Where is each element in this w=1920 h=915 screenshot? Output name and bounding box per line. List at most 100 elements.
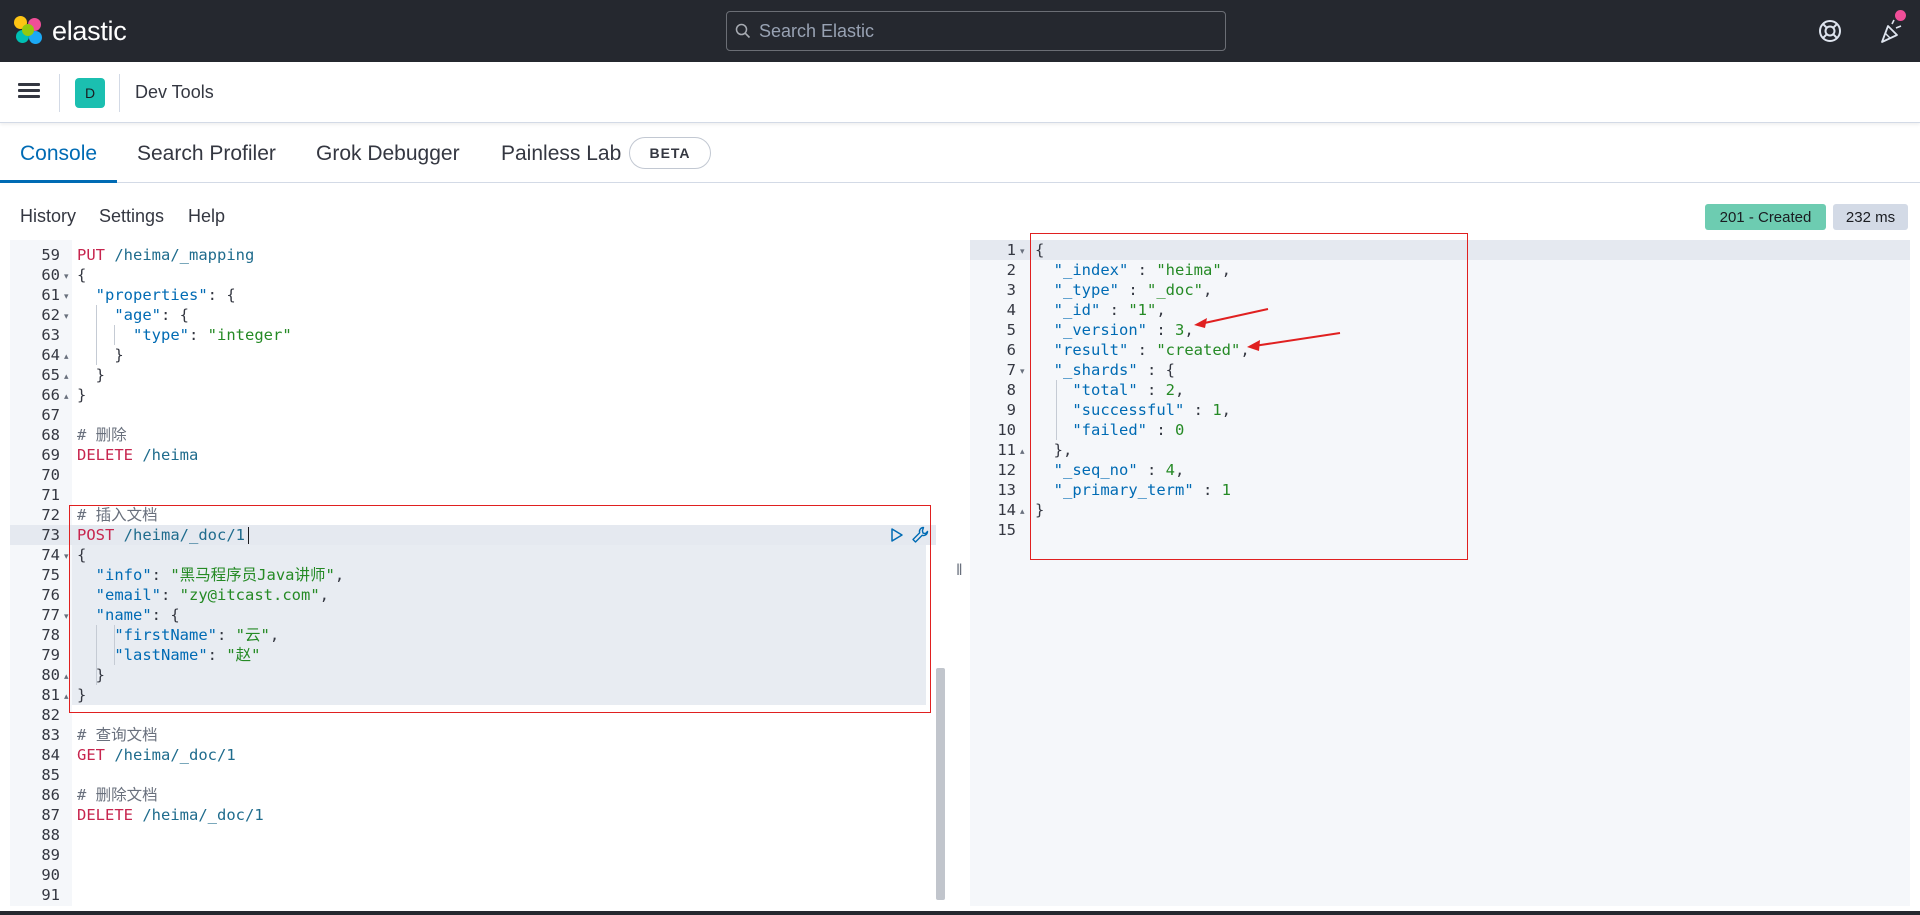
line-number: 70 — [41, 466, 60, 484]
tab-grok-debugger[interactable]: Grok Debugger — [316, 142, 460, 166]
code-token: DELETE — [77, 446, 133, 464]
line-number: 66 — [41, 386, 60, 404]
code-line[interactable]: DELETE /heima/_doc/1 — [77, 805, 264, 825]
fold-expand-icon[interactable]: ▴ — [64, 686, 69, 706]
tab-painless-lab[interactable]: Painless Lab — [501, 142, 621, 166]
code-line[interactable]: DELETE /heima — [77, 445, 198, 465]
tab-search-profiler[interactable]: Search Profiler — [137, 142, 276, 166]
code-token: /heima — [142, 446, 199, 464]
fold-expand-icon[interactable]: ▴ — [64, 346, 69, 366]
line-number: 4 — [1006, 301, 1016, 319]
line-number: 15 — [997, 521, 1016, 539]
code-token: # 查询文档 — [77, 726, 158, 744]
breadcrumb-bar: D Dev Tools — [0, 62, 1920, 123]
code-line[interactable]: "age": { — [77, 305, 189, 325]
fold-collapse-icon[interactable]: ▾ — [64, 546, 69, 566]
brand-name: elastic — [52, 15, 127, 46]
fold-collapse-icon[interactable]: ▾ — [64, 606, 69, 626]
line-number: 68 — [41, 426, 60, 444]
settings-link[interactable]: Settings — [99, 206, 164, 227]
code-line[interactable]: PUT /heima/_mapping — [77, 245, 254, 265]
code-line[interactable]: } — [77, 345, 123, 365]
code-line[interactable]: # 删除 — [77, 425, 127, 445]
code-token: } — [77, 366, 105, 384]
request-scrollbar[interactable] — [936, 668, 945, 900]
code-line[interactable]: # 查询文档 — [77, 725, 158, 745]
request-time-badge: 232 ms — [1833, 204, 1908, 230]
code-token: PUT — [77, 246, 105, 264]
code-token: "age" — [114, 306, 161, 324]
code-token: # 删除 — [77, 426, 127, 444]
code-token: # 删除文档 — [77, 786, 158, 804]
code-line[interactable]: "properties": { — [77, 285, 236, 305]
line-number: 61 — [41, 286, 60, 304]
line-number: 3 — [1006, 281, 1016, 299]
elastic-logo[interactable]: elastic — [14, 15, 127, 47]
code-token: GET — [77, 746, 105, 764]
search-icon — [727, 23, 759, 39]
line-number: 78 — [41, 626, 60, 644]
history-link[interactable]: History — [20, 206, 76, 227]
search-input[interactable] — [759, 20, 1199, 42]
code-token: /heima/_doc/1 — [114, 746, 236, 764]
separator — [59, 74, 60, 112]
line-number: 69 — [41, 446, 60, 464]
menu-toggle-icon[interactable] — [18, 80, 42, 104]
fold-expand-icon[interactable]: ▴ — [64, 666, 69, 686]
line-number: 1 — [1006, 241, 1016, 259]
fold-collapse-icon[interactable]: ▾ — [64, 306, 69, 326]
fold-collapse-icon[interactable]: ▾ — [1020, 241, 1025, 261]
active-tab-indicator — [0, 180, 117, 183]
annotation-box-response — [1030, 233, 1468, 560]
code-line[interactable]: } — [77, 365, 105, 385]
status-badge: 201 - Created — [1705, 204, 1826, 230]
code-line[interactable]: { — [77, 265, 86, 285]
line-number: 8 — [1006, 381, 1016, 399]
help-icon[interactable] — [1816, 17, 1844, 45]
space-avatar[interactable]: D — [75, 78, 105, 108]
line-number: 74 — [41, 546, 60, 564]
code-line[interactable]: } — [77, 385, 86, 405]
line-number: 7 — [1006, 361, 1016, 379]
global-search[interactable] — [726, 11, 1226, 51]
code-line[interactable]: GET /heima/_doc/1 — [77, 745, 236, 765]
fold-collapse-icon[interactable]: ▾ — [64, 266, 69, 286]
dev-tools-tabs: Console Search Profiler Grok Debugger Pa… — [0, 124, 1920, 183]
line-number: 10 — [997, 421, 1016, 439]
line-number: 59 — [41, 246, 60, 264]
fold-collapse-icon[interactable]: ▾ — [64, 286, 69, 306]
code-token: /heima/_doc/1 — [142, 806, 264, 824]
top-header: elastic — [0, 0, 1920, 62]
indent-guide — [1056, 380, 1057, 440]
code-token: DELETE — [77, 806, 133, 824]
code-token: : — [189, 326, 208, 344]
fold-expand-icon[interactable]: ▴ — [1020, 441, 1025, 461]
line-number: 91 — [41, 886, 60, 904]
fold-expand-icon[interactable]: ▴ — [1020, 501, 1025, 521]
notification-dot — [1895, 10, 1906, 21]
code-line[interactable]: # 删除文档 — [77, 785, 158, 805]
code-token: : { — [161, 306, 189, 324]
tab-console[interactable]: Console — [20, 142, 97, 166]
resize-handle-icon[interactable]: ‖ — [956, 562, 963, 580]
code-token: "type" — [133, 326, 189, 344]
code-line[interactable]: "type": "integer" — [77, 325, 292, 345]
line-number: 81 — [41, 686, 60, 704]
line-number: 90 — [41, 866, 60, 884]
code-token: "properties" — [95, 286, 208, 304]
newsfeed-icon[interactable] — [1876, 17, 1906, 47]
code-token: "integer" — [207, 326, 292, 344]
line-number: 79 — [41, 646, 60, 664]
line-number: 75 — [41, 566, 60, 584]
help-link[interactable]: Help — [188, 206, 225, 227]
line-number: 88 — [41, 826, 60, 844]
fold-expand-icon[interactable]: ▴ — [64, 366, 69, 386]
beta-badge: BETA — [629, 137, 711, 169]
fold-expand-icon[interactable]: ▴ — [64, 386, 69, 406]
fold-collapse-icon[interactable]: ▾ — [1020, 361, 1025, 381]
line-number: 62 — [41, 306, 60, 324]
